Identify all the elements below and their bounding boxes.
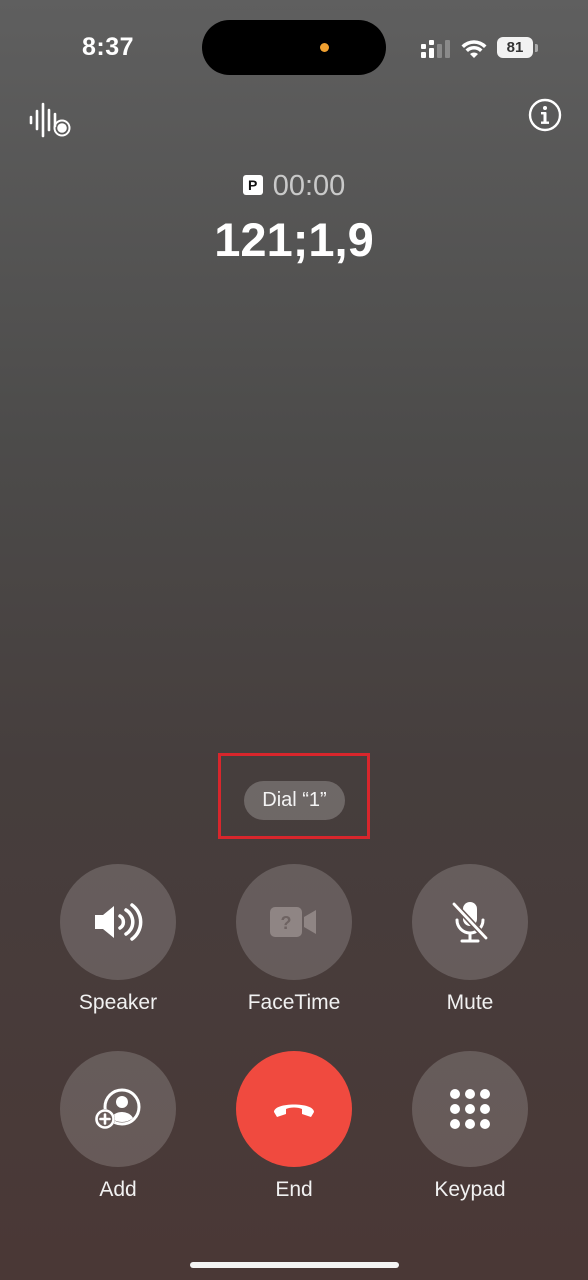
facetime-button: ? bbox=[236, 864, 352, 980]
privacy-indicator-dot bbox=[320, 43, 329, 52]
dial-prompt-button[interactable]: Dial “1” bbox=[244, 781, 345, 820]
keypad-button[interactable] bbox=[412, 1051, 528, 1167]
mute-button[interactable] bbox=[412, 864, 528, 980]
wifi-icon bbox=[461, 40, 487, 58]
call-timer-row: P 00:00 bbox=[0, 170, 588, 203]
speaker-icon bbox=[95, 903, 143, 941]
info-icon[interactable] bbox=[528, 98, 562, 132]
home-indicator[interactable] bbox=[190, 1262, 399, 1268]
call-duration: 00:00 bbox=[272, 170, 346, 202]
mute-label: Mute bbox=[446, 991, 494, 1014]
speaker-label: Speaker bbox=[78, 991, 158, 1014]
battery-level: 81 bbox=[497, 37, 533, 58]
end-label: End bbox=[275, 1178, 313, 1201]
speaker-button[interactable] bbox=[60, 864, 176, 980]
hang-up-icon bbox=[274, 1104, 314, 1117]
add-call-button[interactable] bbox=[60, 1051, 176, 1167]
svg-text:?: ? bbox=[281, 913, 292, 933]
mute-icon bbox=[451, 901, 489, 943]
dialed-number: 121;1,9 bbox=[214, 213, 374, 266]
add-person-icon bbox=[95, 1088, 141, 1129]
dynamic-island bbox=[202, 20, 386, 75]
keypad-icon bbox=[450, 1089, 490, 1129]
call-badge: P bbox=[242, 175, 263, 195]
cellular-signal-icon bbox=[421, 40, 450, 58]
live-audio-record-icon[interactable] bbox=[28, 102, 72, 138]
keypad-label: Keypad bbox=[434, 1178, 506, 1201]
facetime-unavailable-icon: ? bbox=[270, 907, 316, 937]
facetime-label: FaceTime bbox=[247, 991, 341, 1014]
status-time: 8:37 bbox=[82, 33, 135, 61]
battery-nub bbox=[535, 44, 538, 52]
add-label: Add bbox=[99, 1178, 137, 1201]
end-call-button[interactable] bbox=[236, 1051, 352, 1167]
